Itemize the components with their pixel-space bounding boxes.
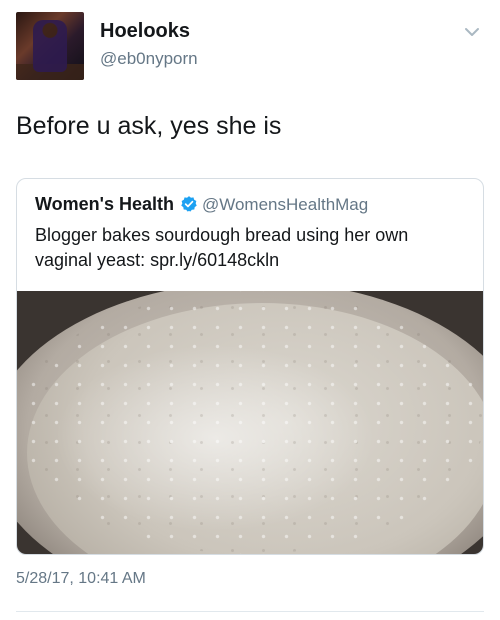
tweet: Hoelooks @eb0nyporn Before u ask, yes sh… <box>0 0 500 620</box>
avatar-figure <box>33 20 67 72</box>
avatar[interactable] <box>16 12 84 80</box>
quoted-author-handle[interactable]: @WomensHealthMag <box>202 195 368 214</box>
quoted-author-name[interactable]: Women's Health <box>35 194 174 214</box>
dough-bubbles <box>17 291 483 554</box>
divider <box>16 611 484 612</box>
verified-badge-icon <box>180 195 198 218</box>
author-name[interactable]: Hoelooks <box>100 20 190 43</box>
quoted-tweet-text: Blogger bakes sourdough bread using her … <box>35 225 409 270</box>
author-handle[interactable]: @eb0nyporn <box>100 49 198 69</box>
tweet-text: Before u ask, yes she is <box>16 112 282 140</box>
quoted-tweet-header: Women's Health @WomensHealthMag <box>35 193 471 218</box>
tweet-timestamp[interactable]: 5/28/17, 10:41 AM <box>16 570 146 588</box>
tweet-header: Hoelooks @eb0nyporn <box>16 12 484 82</box>
quoted-tweet-image[interactable] <box>17 291 483 554</box>
quoted-tweet[interactable]: Women's Health @WomensHealthMag Blogger b… <box>16 178 484 555</box>
chevron-down-icon[interactable] <box>462 22 482 42</box>
